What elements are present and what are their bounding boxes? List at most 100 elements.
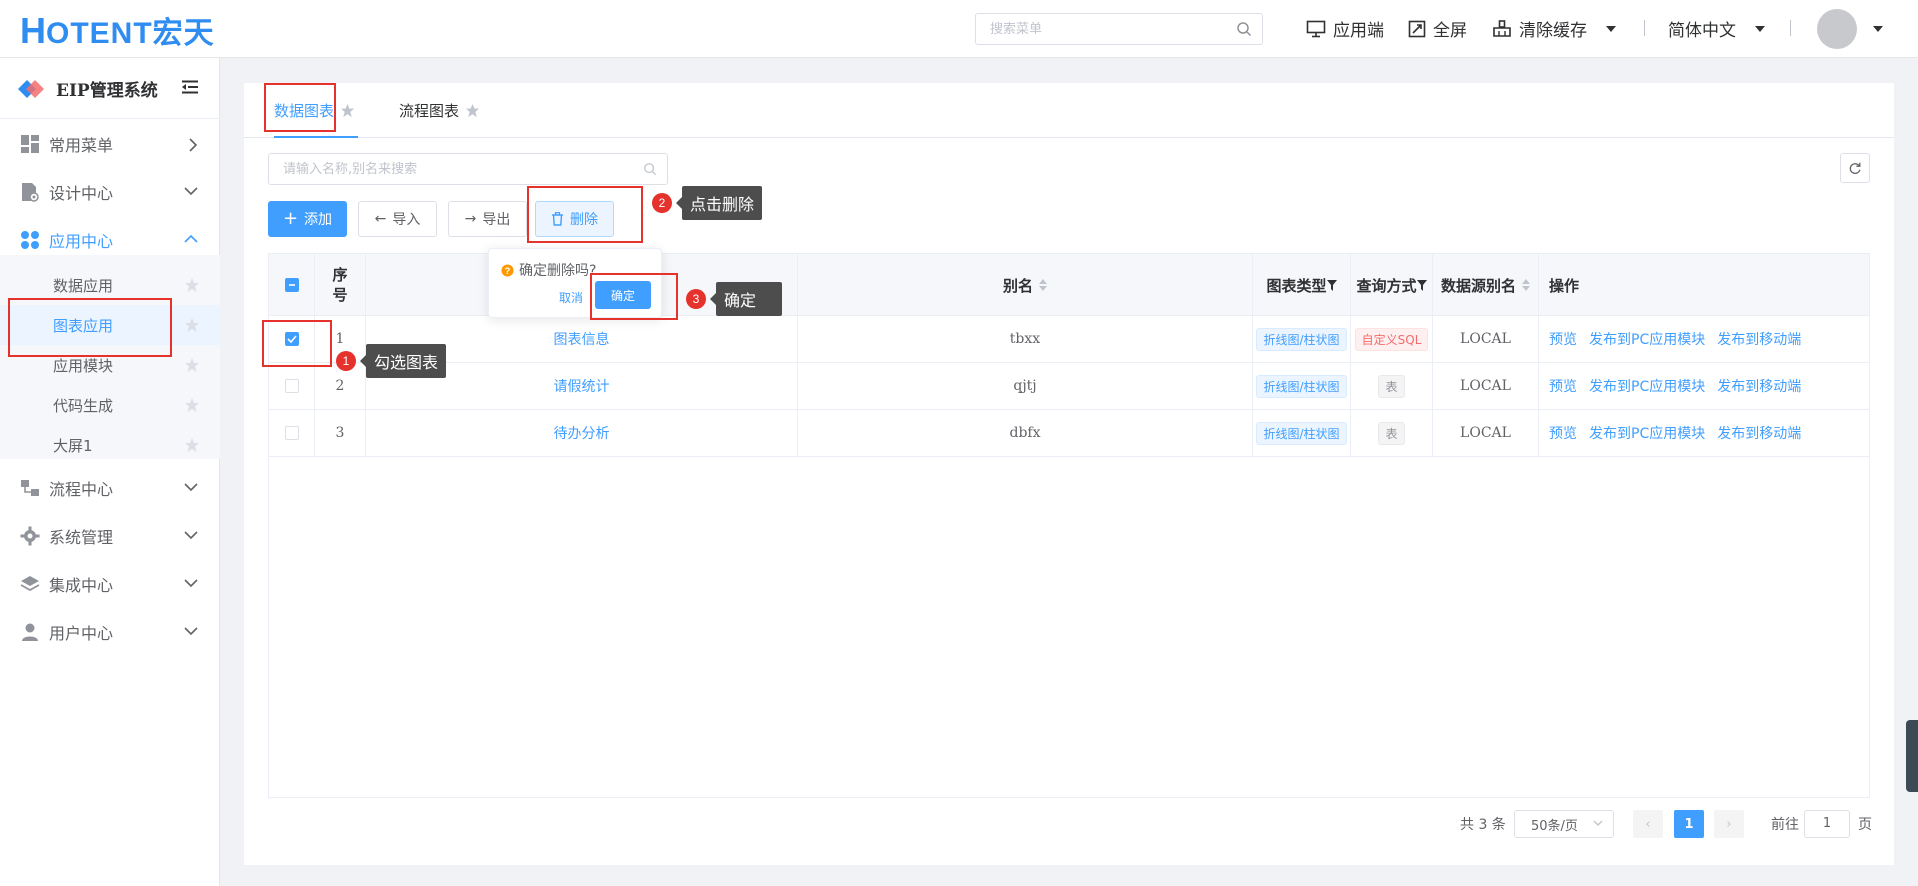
arrow-left-icon: ← (374, 211, 387, 227)
th-alias[interactable]: 别名 (798, 254, 1253, 316)
page-size-select[interactable]: 50条/页 (1514, 810, 1614, 838)
star-icon[interactable] (184, 357, 200, 373)
chart-name-link[interactable]: 待办分析 (554, 423, 610, 443)
add-button-label: 添加 (304, 212, 333, 228)
table-row[interactable]: 1 图表信息 tbxx 折线图/柱状图 自定义SQL LOCAL 预览 发布到P… (269, 316, 1869, 363)
add-button[interactable]: + 添加 (268, 201, 347, 237)
publish-pc-link[interactable]: 发布到PC应用模块 (1589, 329, 1705, 349)
menu-search-box[interactable] (975, 13, 1263, 45)
publish-mobile-link[interactable]: 发布到移动端 (1717, 376, 1801, 396)
chevron-down-icon (184, 187, 198, 196)
cell-chart-type: 折线图/柱状图 (1253, 410, 1351, 456)
sidebar-item-system-manage[interactable]: 系统管理 (0, 512, 220, 560)
cell-chart-type: 折线图/柱状图 (1253, 363, 1351, 409)
page-number-current[interactable]: 1 (1674, 810, 1704, 838)
confirm-message-text: 确定删除吗? (519, 263, 597, 279)
dashboard-icon (21, 135, 39, 153)
language-dropdown[interactable]: 简体中文 (1668, 16, 1765, 41)
table-row[interactable]: 3 待办分析 dbfx 折线图/柱状图 表 LOCAL 预览 发布到PC应用模块… (269, 410, 1869, 457)
chart-name-link[interactable]: 图表信息 (554, 329, 610, 349)
sidebar-item-label: 应用中心 (49, 232, 114, 251)
star-icon[interactable] (340, 103, 355, 118)
sidebar-item-label: 设计中心 (49, 184, 114, 203)
app-end-button[interactable]: 应用端 (1306, 16, 1384, 41)
chevron-left-icon: ‹ (1645, 816, 1651, 832)
sort-icon[interactable] (1039, 279, 1047, 291)
collapse-menu-icon[interactable] (182, 80, 198, 94)
subitem-label: 数据应用 (53, 276, 114, 295)
import-button[interactable]: ← 导入 (358, 201, 437, 237)
preview-link[interactable]: 预览 (1549, 423, 1577, 443)
brand-diamond-icon (18, 79, 44, 98)
th-ops-label: 操作 (1549, 276, 1580, 295)
publish-mobile-link[interactable]: 发布到移动端 (1717, 423, 1801, 443)
chart-type-tag: 折线图/柱状图 (1256, 374, 1347, 398)
cell-datasource: LOCAL (1433, 316, 1539, 362)
sidebar-item-user-center[interactable]: 用户中心 (0, 608, 220, 656)
star-icon[interactable] (465, 103, 480, 118)
page-size-label: 50条/页 (1531, 818, 1578, 834)
th-datasource-label: 数据源别名 (1440, 276, 1516, 295)
user-icon (22, 623, 38, 641)
preview-link[interactable]: 预览 (1549, 376, 1577, 396)
publish-pc-link[interactable]: 发布到PC应用模块 (1589, 376, 1705, 396)
prev-page-button[interactable]: ‹ (1633, 810, 1663, 838)
design-file-icon (22, 183, 39, 202)
chevron-down-icon (184, 627, 198, 636)
clear-cache-dropdown[interactable]: 清除缓存 (1492, 16, 1616, 41)
th-chart-type[interactable]: 图表类型 (1253, 254, 1351, 316)
app-end-label: 应用端 (1333, 21, 1384, 41)
sidebar-item-design-center[interactable]: 设计中心 (0, 168, 220, 216)
row-checkbox[interactable] (284, 426, 299, 440)
select-all-cell (269, 254, 315, 316)
search-icon[interactable] (643, 162, 657, 176)
preview-link[interactable]: 预览 (1549, 329, 1577, 349)
subitem-label: 代码生成 (53, 396, 114, 415)
subitem-label: 应用模块 (53, 356, 114, 375)
fullscreen-button[interactable]: 全屏 (1408, 16, 1467, 41)
sidebar-item-integration-center[interactable]: 集成中心 (0, 560, 220, 608)
sort-icon[interactable] (1522, 279, 1530, 291)
chart-search-box[interactable] (268, 153, 668, 185)
refresh-button[interactable] (1840, 153, 1870, 183)
filter-icon[interactable] (1416, 279, 1427, 291)
chart-table: 序号 别名 图表类型 查询方式 数据源别名 操作 1 图表信息 tbxx 折线图… (268, 253, 1870, 798)
export-button[interactable]: → 导出 (448, 201, 527, 237)
sidebar-subitem-big-screen[interactable]: 大屏1 (0, 425, 220, 465)
menu-search-input[interactable] (990, 14, 1230, 44)
broom-icon (1493, 19, 1511, 37)
filter-icon[interactable] (1326, 279, 1337, 291)
side-handle[interactable] (1906, 720, 1918, 792)
search-icon[interactable] (1236, 21, 1252, 37)
avatar-chevron-down-icon[interactable] (1873, 26, 1883, 32)
active-tab-indicator (274, 136, 358, 138)
gear-icon (20, 526, 40, 546)
avatar[interactable] (1817, 9, 1857, 49)
star-icon[interactable] (184, 397, 200, 413)
select-all-checkbox[interactable] (284, 278, 299, 292)
svg-text:?: ? (505, 265, 511, 275)
th-query-mode-label: 查询方式 (1356, 276, 1417, 295)
publish-mobile-link[interactable]: 发布到移动端 (1717, 329, 1801, 349)
sidebar-item-common-menu[interactable]: 常用菜单 (0, 120, 220, 168)
next-page-button[interactable]: › (1714, 810, 1744, 838)
publish-pc-link[interactable]: 发布到PC应用模块 (1589, 423, 1705, 443)
highlight-box-delete (527, 186, 643, 243)
th-query-mode[interactable]: 查询方式 (1351, 254, 1433, 316)
th-datasource[interactable]: 数据源别名 (1433, 254, 1539, 316)
confirm-cancel-button[interactable]: 取消 (559, 289, 583, 306)
chart-name-link[interactable]: 请假统计 (554, 376, 610, 396)
star-icon[interactable] (184, 437, 200, 453)
star-icon[interactable] (184, 317, 200, 333)
minus-icon (288, 284, 295, 286)
sidebar-item-process-center[interactable]: 流程中心 (0, 464, 220, 512)
goto-page-input[interactable]: 1 (1804, 810, 1850, 838)
table-row[interactable]: 2 请假统计 qjtj 折线图/柱状图 表 LOCAL 预览 发布到PC应用模块… (269, 363, 1869, 410)
chart-search-input[interactable] (283, 154, 633, 184)
row-checkbox[interactable] (284, 379, 299, 393)
step-tooltip: 勾选图表 (359, 344, 447, 378)
tab-process-chart[interactable]: 流程图表 (399, 100, 480, 121)
star-icon[interactable] (184, 277, 200, 293)
sidebar-subitem-code-gen[interactable]: 代码生成 (0, 385, 220, 425)
th-seq: 序号 (315, 254, 366, 316)
